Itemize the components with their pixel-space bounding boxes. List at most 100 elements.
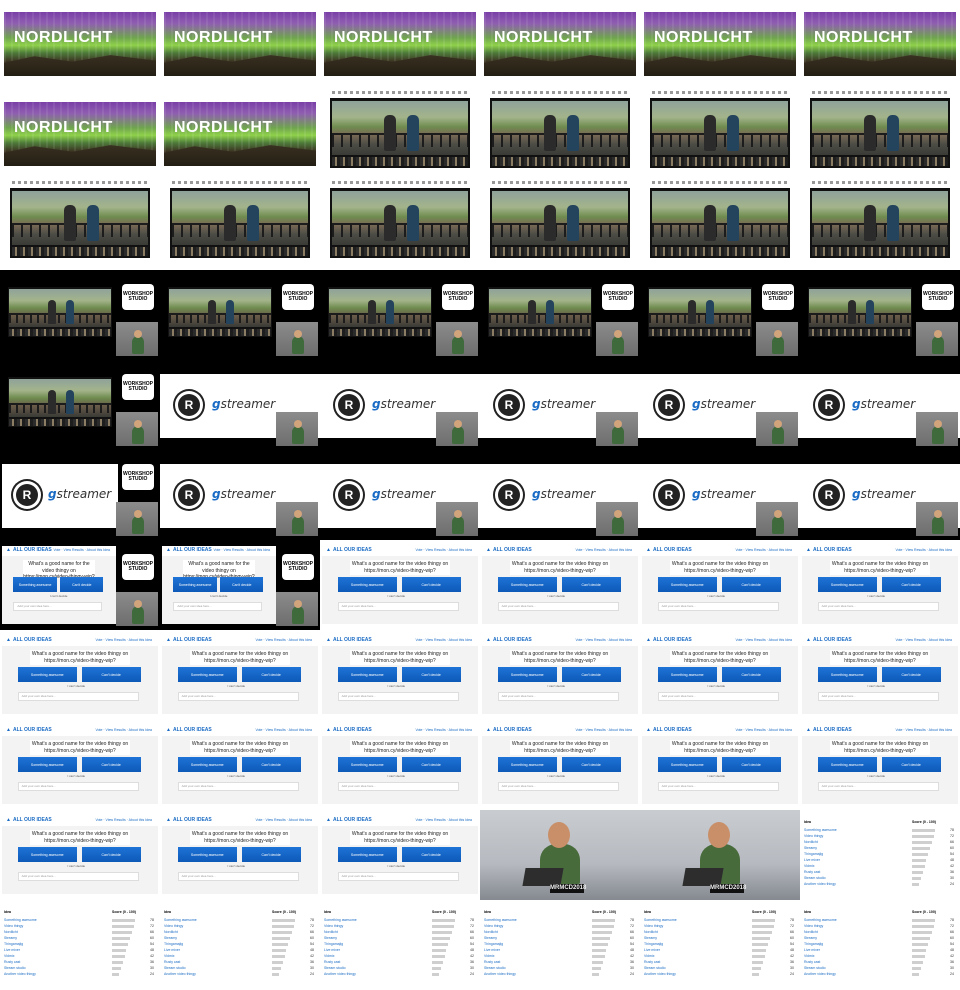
idea-name[interactable]: Live mixer — [644, 948, 660, 952]
option-b-button[interactable]: Can't decide — [241, 757, 301, 772]
add-idea-input[interactable]: Add your own idea here... — [497, 692, 620, 701]
cant-decide-link[interactable]: I can't decide — [228, 864, 246, 868]
cant-decide-link[interactable]: I can't decide — [388, 774, 406, 778]
idea-name[interactable]: Something awesome — [484, 918, 517, 922]
idea-name[interactable]: Nordlicht — [324, 930, 338, 934]
thumbnail-tile[interactable]: WORKSHOP STUDIO — [320, 270, 480, 360]
idea-name[interactable]: Another video thingy — [4, 972, 36, 976]
idea-name[interactable]: Thingamajig — [324, 942, 343, 946]
thumbnail-tile[interactable]: Rgstreamer — [480, 450, 640, 540]
app-brand[interactable]: ALL OUR IDEAS — [166, 727, 212, 733]
idea-name[interactable]: Stream studio — [804, 876, 826, 880]
app-nav[interactable]: Vote · View Results · About this Idea — [735, 638, 792, 642]
idea-name[interactable]: Live mixer — [804, 858, 820, 862]
add-idea-input[interactable]: Add your own idea here... — [657, 602, 780, 611]
table-row[interactable]: Another video thingy 24 — [4, 972, 156, 978]
add-idea-input[interactable]: Add your own idea here... — [17, 692, 140, 701]
thumbnail-tile[interactable]: Rgstreamer — [320, 450, 480, 540]
app-nav[interactable]: Vote · View Results · About this Idea — [415, 638, 472, 642]
app-brand[interactable]: ALL OUR IDEAS — [806, 637, 852, 643]
idea-name[interactable]: Nordlicht — [4, 930, 18, 934]
table-row[interactable]: Another video thingy 24 — [164, 972, 316, 978]
add-idea-input[interactable]: Add your own idea here... — [177, 692, 300, 701]
option-a-button[interactable]: Something awesome — [177, 757, 237, 772]
thumbnail-tile[interactable]: NORDLICHT — [800, 0, 960, 90]
table-row[interactable]: Another video thingy 24 — [804, 972, 956, 978]
idea-name[interactable]: Nordlicht — [484, 930, 498, 934]
cant-decide-link[interactable]: I can't decide — [708, 594, 726, 598]
thumbnail-tile[interactable]: Idea Score (0 - 100) Something awesome 78 Vi… — [480, 900, 640, 990]
thumbnail-tile[interactable]: Rgstreamer — [800, 360, 960, 450]
thumbnail-tile[interactable]: MRMCD2018 — [480, 810, 640, 900]
app-nav[interactable]: Vote · View Results · About this Idea — [895, 638, 952, 642]
add-idea-input[interactable]: Add your own idea here... — [657, 782, 780, 791]
app-brand[interactable]: ALL OUR IDEAS — [326, 727, 372, 733]
idea-name[interactable]: Video thingy — [804, 834, 823, 838]
thumbnail-tile[interactable]: WORKSHOP STUDIO — [640, 270, 800, 360]
idea-name[interactable]: Rusty cast — [644, 960, 660, 964]
idea-name[interactable]: Rusty cast — [164, 960, 180, 964]
idea-name[interactable]: Thingamajig — [4, 942, 23, 946]
option-a-button[interactable]: Something awesome — [817, 577, 877, 592]
idea-name[interactable]: Stream studio — [804, 966, 826, 970]
option-b-button[interactable]: Can't decide — [721, 667, 781, 682]
thumbnail-tile[interactable]: Idea Score (0 - 100) Something awesome 78 Vi… — [320, 900, 480, 990]
idea-name[interactable]: Vidmix — [644, 954, 654, 958]
thumbnail-tile[interactable]: Idea Score (0 - 100) Something awesome 78 Vi… — [800, 900, 960, 990]
option-a-button[interactable]: Something awesome — [497, 757, 557, 772]
idea-name[interactable]: Streamy — [644, 936, 657, 940]
thumbnail-tile[interactable]: ALL OUR IDEASVote · View Results · About… — [160, 810, 320, 900]
app-nav[interactable]: Vote · View Results · About this Idea — [95, 728, 152, 732]
cant-decide-link[interactable]: I can't decide — [68, 864, 86, 868]
thumbnail-tile[interactable]: ALL OUR IDEASVote · View Results · About… — [160, 720, 320, 810]
thumbnail-tile[interactable]: ALL OUR IDEASVote · View Results · About… — [480, 720, 640, 810]
idea-name[interactable]: Vidmix — [804, 954, 814, 958]
app-nav[interactable]: Vote · View Results · About this Idea — [735, 728, 792, 732]
idea-name[interactable]: Rusty cast — [804, 870, 820, 874]
app-brand[interactable]: ALL OUR IDEAS — [326, 637, 372, 643]
cant-decide-link[interactable]: I can't decide — [548, 684, 566, 688]
cant-decide-link[interactable]: I can't decide — [868, 684, 886, 688]
option-b-button[interactable]: Can't decide — [881, 757, 941, 772]
option-b-button[interactable]: Can't decide — [401, 667, 461, 682]
thumbnail-tile[interactable]: ALL OUR IDEASVote · View Results · About… — [320, 810, 480, 900]
idea-name[interactable]: Streamy — [4, 936, 17, 940]
cant-decide-link[interactable]: I can't decide — [50, 594, 68, 598]
idea-name[interactable]: Another video thingy — [804, 882, 836, 886]
app-nav[interactable]: Vote · View Results · About this Idea — [415, 728, 472, 732]
idea-name[interactable]: Nordlicht — [164, 930, 178, 934]
app-nav[interactable]: Vote · View Results · About this Idea — [575, 548, 632, 552]
thumbnail-tile[interactable]: ALL OUR IDEAS Vote · View Results · About… — [800, 630, 960, 720]
option-b-button[interactable]: Can't decide — [241, 667, 301, 682]
add-idea-input[interactable]: Add your own idea here... — [817, 692, 940, 701]
idea-name[interactable]: Another video thingy — [324, 972, 356, 976]
idea-name[interactable]: Rusty cast — [804, 960, 820, 964]
idea-name[interactable]: Something awesome — [804, 918, 837, 922]
thumbnail-tile[interactable]: ALL OUR IDEASVote · View Results · About… — [640, 720, 800, 810]
add-idea-input[interactable]: Add your own idea here... — [337, 872, 460, 881]
thumbnail-tile[interactable]: ALL OUR IDEASVote · View Results · About… — [0, 810, 160, 900]
option-b-button[interactable]: Can't decide — [401, 847, 461, 862]
thumbnail-tile[interactable]: Rgstreamer — [160, 450, 320, 540]
app-nav[interactable]: Vote · View Results · About this Idea — [895, 728, 952, 732]
option-b-button[interactable]: Can't decide — [241, 847, 301, 862]
add-idea-input[interactable]: Add your own idea here... — [17, 782, 140, 791]
add-idea-input[interactable]: Add your own idea here... — [173, 602, 263, 611]
thumbnail-tile[interactable]: ALL OUR IDEASVote · View Results · About… — [160, 540, 320, 630]
option-a-button[interactable]: Something awesome — [177, 667, 237, 682]
option-b-button[interactable]: Can't decide — [220, 577, 264, 592]
idea-name[interactable]: Thingamajig — [484, 942, 503, 946]
idea-name[interactable]: Thingamajig — [164, 942, 183, 946]
option-b-button[interactable]: Can't decide — [561, 757, 621, 772]
thumbnail-tile[interactable]: WORKSHOP STUDIO — [0, 360, 160, 450]
idea-name[interactable]: Video thingy — [804, 924, 823, 928]
thumbnail-tile[interactable]: WORKSHOP STUDIO — [0, 270, 160, 360]
option-a-button[interactable]: Something awesome — [337, 757, 397, 772]
idea-name[interactable]: Video thingy — [484, 924, 503, 928]
app-brand[interactable]: ALL OUR IDEAS — [646, 547, 692, 553]
option-a-button[interactable]: Something awesome — [817, 757, 877, 772]
cant-decide-link[interactable]: I can't decide — [548, 774, 566, 778]
idea-name[interactable]: Rusty cast — [484, 960, 500, 964]
idea-name[interactable]: Another video thingy — [484, 972, 516, 976]
app-brand[interactable]: ALL OUR IDEAS — [486, 727, 532, 733]
